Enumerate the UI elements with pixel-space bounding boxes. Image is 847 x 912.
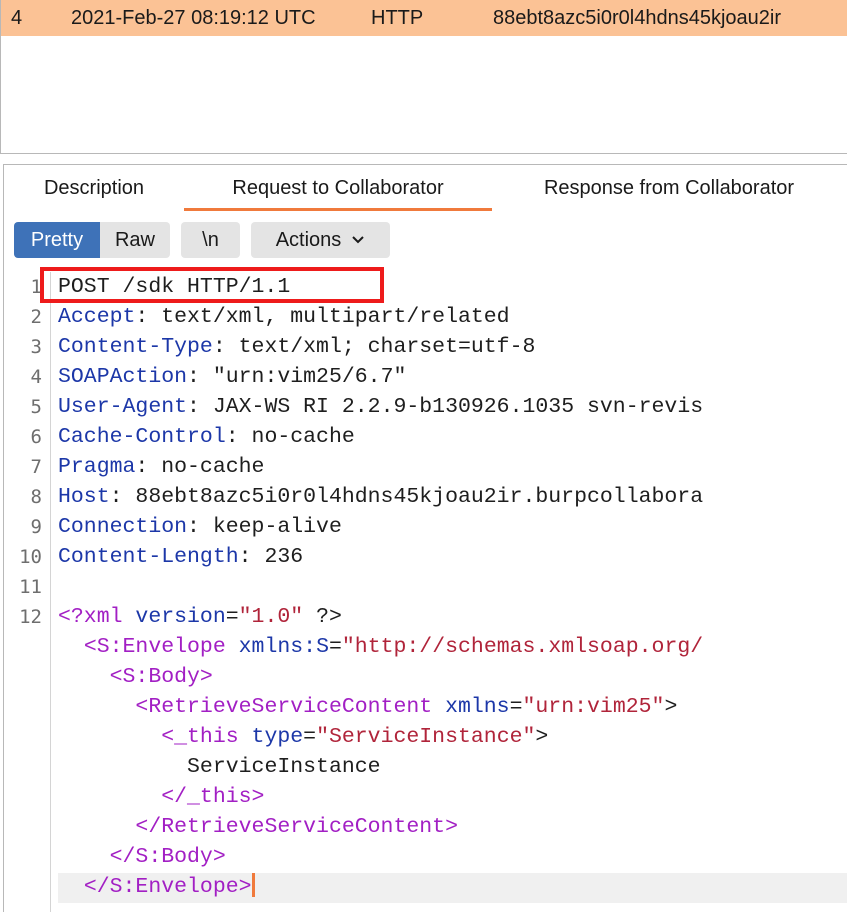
header-name: Accept xyxy=(58,305,136,329)
interaction-type: HTTP xyxy=(371,6,424,29)
tab-description[interactable]: Description xyxy=(4,165,184,211)
request-line: POST /sdk HTTP/1.1 xyxy=(58,275,291,299)
actions-dropdown-button[interactable]: Actions xyxy=(251,222,390,258)
header-value: 88ebt8azc5i0r0l4hdns45kjoau2ir.burpcolla… xyxy=(122,485,704,509)
text-cursor xyxy=(251,873,255,897)
request-editor[interactable]: 1 2 3 4 5 6 7 8 9 10 11 12 POST /sdk HTT… xyxy=(4,272,847,912)
actions-label: Actions xyxy=(275,228,342,251)
line-number: 11 xyxy=(19,576,42,598)
interaction-row-selected[interactable]: 4 2021-Feb-27 08:19:12 UTC HTTP 88ebt8az… xyxy=(1,0,847,36)
header-name: Pragma xyxy=(58,455,136,479)
line-number: 12 xyxy=(19,606,42,628)
header-line: Content-Length: 236 xyxy=(58,545,304,569)
xml-retrieve-close: </RetrieveServiceContent> xyxy=(135,815,458,839)
xml-envelope-close: </S:Envelope> xyxy=(58,872,255,902)
header-value: 236 xyxy=(251,545,304,569)
line-number: 1 xyxy=(30,276,42,298)
header-line: Pragma: no-cache xyxy=(58,455,265,479)
line-number: 9 xyxy=(30,516,42,538)
header-value: no-cache xyxy=(238,425,355,449)
header-name: Content-Length xyxy=(58,545,239,569)
interaction-payload: 88ebt8azc5i0r0l4hdns45kjoau2ir xyxy=(493,6,781,29)
detail-tabs: Description Request to Collaborator Resp… xyxy=(4,165,847,211)
xml-envelope-open: <S:Envelope xmlns:S="http://schemas.xmls… xyxy=(83,635,704,659)
interactions-table: 4 2021-Feb-27 08:19:12 UTC HTTP 88ebt8az… xyxy=(0,0,847,154)
xml-this-text: ServiceInstance xyxy=(187,755,381,779)
interaction-time: 2021-Feb-27 08:19:12 UTC xyxy=(71,6,316,29)
header-name: Content-Type xyxy=(58,335,213,359)
line-number: 2 xyxy=(30,306,42,328)
header-name: Host xyxy=(58,485,110,509)
chevron-down-icon xyxy=(352,236,365,244)
header-name: Cache-Control xyxy=(58,425,226,449)
header-line: Host: 88ebt8azc5i0r0l4hdns45kjoau2ir.bur… xyxy=(58,485,704,509)
line-number: 5 xyxy=(30,396,42,418)
xml-this-open: <_this type="ServiceInstance"> xyxy=(161,725,549,749)
line-number: 8 xyxy=(30,486,42,508)
header-line: Cache-Control: no-cache xyxy=(58,425,355,449)
raw-button[interactable]: Raw xyxy=(100,222,170,258)
editor-toolbar: Pretty Raw \n Actions xyxy=(14,222,390,258)
show-newlines-button[interactable]: \n xyxy=(181,222,240,258)
interaction-number: 4 xyxy=(11,6,23,29)
line-number: 3 xyxy=(30,336,42,358)
header-value: no-cache xyxy=(148,455,265,479)
pane-divider[interactable] xyxy=(0,154,847,164)
xml-body-open: <S:Body> xyxy=(109,665,213,689)
header-value: "urn:vim25/6.7" xyxy=(199,365,407,389)
line-number: 4 xyxy=(30,366,42,388)
xml-this-close: </_this> xyxy=(161,785,265,809)
line-number: 6 xyxy=(30,426,42,448)
header-value: text/xml, multipart/related xyxy=(148,305,510,329)
request-code[interactable]: POST /sdk HTTP/1.1 Accept: text/xml, mul… xyxy=(58,272,847,912)
line-number: 10 xyxy=(19,546,42,568)
header-line: Accept: text/xml, multipart/related xyxy=(58,305,510,329)
xml-body-close: </S:Body> xyxy=(109,845,226,869)
header-name: Connection xyxy=(58,515,188,539)
header-line: User-Agent: JAX-WS RI 2.2.9-b130926.1035… xyxy=(58,395,704,419)
interaction-detail-pane: Description Request to Collaborator Resp… xyxy=(3,164,847,912)
pretty-button[interactable]: Pretty xyxy=(14,222,100,258)
header-name: SOAPAction xyxy=(58,365,188,389)
line-number-gutter: 1 2 3 4 5 6 7 8 9 10 11 12 xyxy=(4,272,51,912)
xml-declaration: <?xml version="1.0" ?> xyxy=(58,605,342,629)
xml-retrieve-open: <RetrieveServiceContent xmlns="urn:vim25… xyxy=(135,695,678,719)
header-line: Connection: keep-alive xyxy=(58,515,342,539)
header-name: User-Agent xyxy=(58,395,188,419)
header-value: keep-alive xyxy=(199,515,342,539)
header-line: Content-Type: text/xml; charset=utf-8 xyxy=(58,335,536,359)
header-line: SOAPAction: "urn:vim25/6.7" xyxy=(58,365,407,389)
header-value: text/xml; charset=utf-8 xyxy=(225,335,536,359)
line-number: 7 xyxy=(30,456,42,478)
tab-response-from-collaborator[interactable]: Response from Collaborator xyxy=(504,165,834,211)
tab-request-to-collaborator[interactable]: Request to Collaborator xyxy=(184,165,492,211)
header-value: JAX-WS RI 2.2.9-b130926.1035 svn-revis xyxy=(199,395,704,419)
